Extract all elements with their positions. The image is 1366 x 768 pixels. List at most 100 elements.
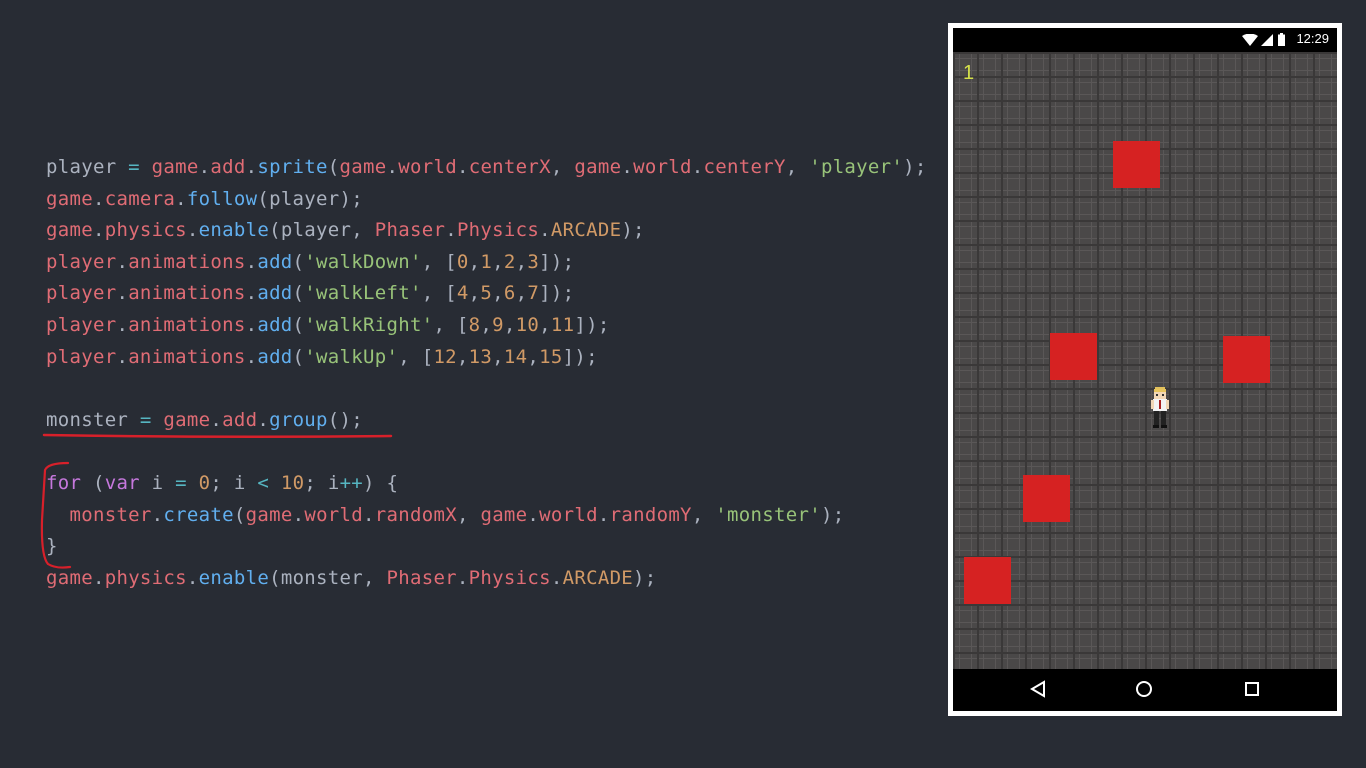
home-icon[interactable] <box>1135 680 1153 698</box>
code-token: , <box>539 313 551 336</box>
code-token: Phaser <box>386 566 457 589</box>
code-line: player.animations.add('walkLeft', [4,5,6… <box>46 278 927 310</box>
code-token: 0 <box>198 471 211 494</box>
code-token: 'walkRight' <box>304 313 434 336</box>
code-token: , [ <box>421 282 457 305</box>
code-token: , <box>785 156 810 178</box>
code-token: (player); <box>257 187 363 210</box>
code-token: 0 <box>456 250 469 273</box>
code-token: animations <box>128 282 246 305</box>
code-token: 'walkDown' <box>304 250 422 273</box>
code-token: . <box>92 187 105 210</box>
code-token: game <box>46 187 93 210</box>
code-line: } <box>46 531 927 563</box>
code-token: 12 <box>433 345 457 368</box>
code-token: add <box>257 345 293 368</box>
code-token: ++ <box>339 471 364 494</box>
status-bar: 12:29 <box>953 28 1337 52</box>
code-token: player <box>46 156 117 178</box>
code-token: , <box>468 282 481 305</box>
code-token: group <box>269 408 328 431</box>
code-token: ); <box>820 503 845 526</box>
code-token: 3 <box>527 250 540 273</box>
code-token: Physics <box>468 566 551 589</box>
code-token: 6 <box>503 282 516 305</box>
code-token: , <box>492 250 504 273</box>
code-token: Physics <box>456 219 540 242</box>
back-icon[interactable] <box>1029 680 1047 698</box>
code-token: ; i <box>304 471 340 494</box>
code-token: , <box>503 313 516 336</box>
code-token: . <box>527 503 540 526</box>
code-token: game <box>163 408 211 431</box>
code-line: for (var i = 0; i < 10; i++) { <box>46 468 927 500</box>
code-token: add <box>257 282 293 305</box>
code-token: i <box>139 471 176 494</box>
code-token: . <box>116 282 129 305</box>
code-token: . <box>210 408 223 431</box>
code-token: < <box>257 471 270 494</box>
code-token: game <box>480 503 528 526</box>
code-token: . <box>116 313 129 336</box>
code-token: 15 <box>539 345 563 368</box>
code-token: 11 <box>550 313 575 336</box>
code-token: , <box>691 503 716 526</box>
code-token: . <box>621 156 634 178</box>
code-token: 10 <box>515 313 540 336</box>
code-line: player.animations.add('walkDown', [0,1,2… <box>46 247 927 279</box>
code-token: . <box>116 345 129 368</box>
code-token: world <box>633 156 692 178</box>
code-token: animations <box>128 313 246 336</box>
monster-sprite <box>1113 141 1160 188</box>
code-line: player.animations.add('walkUp', [12,13,1… <box>46 342 927 374</box>
code-token: } <box>46 535 58 558</box>
code-token: 10 <box>280 471 305 494</box>
code-token: animations <box>128 250 246 273</box>
code-token: , [ <box>421 250 457 273</box>
code-token: 8 <box>468 313 481 336</box>
code-token: randomY <box>609 503 692 526</box>
code-token: ]); <box>539 282 575 305</box>
code-token: 7 <box>527 282 540 305</box>
code-token: . <box>539 219 551 242</box>
code-token: , <box>492 282 504 305</box>
status-time: 12:29 <box>1296 31 1329 46</box>
code-token: , <box>515 282 528 305</box>
code-token: player <box>46 250 117 273</box>
code-line: player = game.add.sprite(game.world.cent… <box>46 152 927 184</box>
monster-sprite <box>964 557 1011 604</box>
code-token: ); <box>621 219 645 242</box>
code-token: monster <box>69 503 152 526</box>
monster-sprite <box>1023 475 1070 522</box>
signal-icon <box>1261 34 1273 46</box>
code-token: , [ <box>433 313 469 336</box>
code-token: . <box>245 156 258 178</box>
code-token: . <box>445 219 457 242</box>
monster-sprite <box>1223 336 1270 383</box>
code-token: 1 <box>480 250 493 273</box>
code-token: . <box>386 156 399 178</box>
recents-icon[interactable] <box>1243 680 1261 698</box>
code-token: physics <box>104 219 187 242</box>
code-token: game <box>46 219 93 242</box>
code-token: . <box>92 219 105 242</box>
code-line: player.animations.add('walkRight', [8,9,… <box>46 310 927 342</box>
player-sprite <box>1151 387 1169 428</box>
code-token: monster <box>46 408 129 431</box>
code-token: . <box>116 250 129 273</box>
code-token: add <box>257 313 293 336</box>
code-token: = <box>128 408 164 431</box>
code-token: 9 <box>492 313 504 336</box>
code-token: . <box>597 503 610 526</box>
code-token: ; i <box>210 471 258 494</box>
code-token: ]); <box>539 250 575 273</box>
code-token: Phaser <box>374 219 446 242</box>
game-canvas[interactable]: 1 <box>953 52 1337 669</box>
code-token: , <box>468 250 481 273</box>
code-token: . <box>198 156 211 178</box>
code-token: add <box>222 408 258 431</box>
